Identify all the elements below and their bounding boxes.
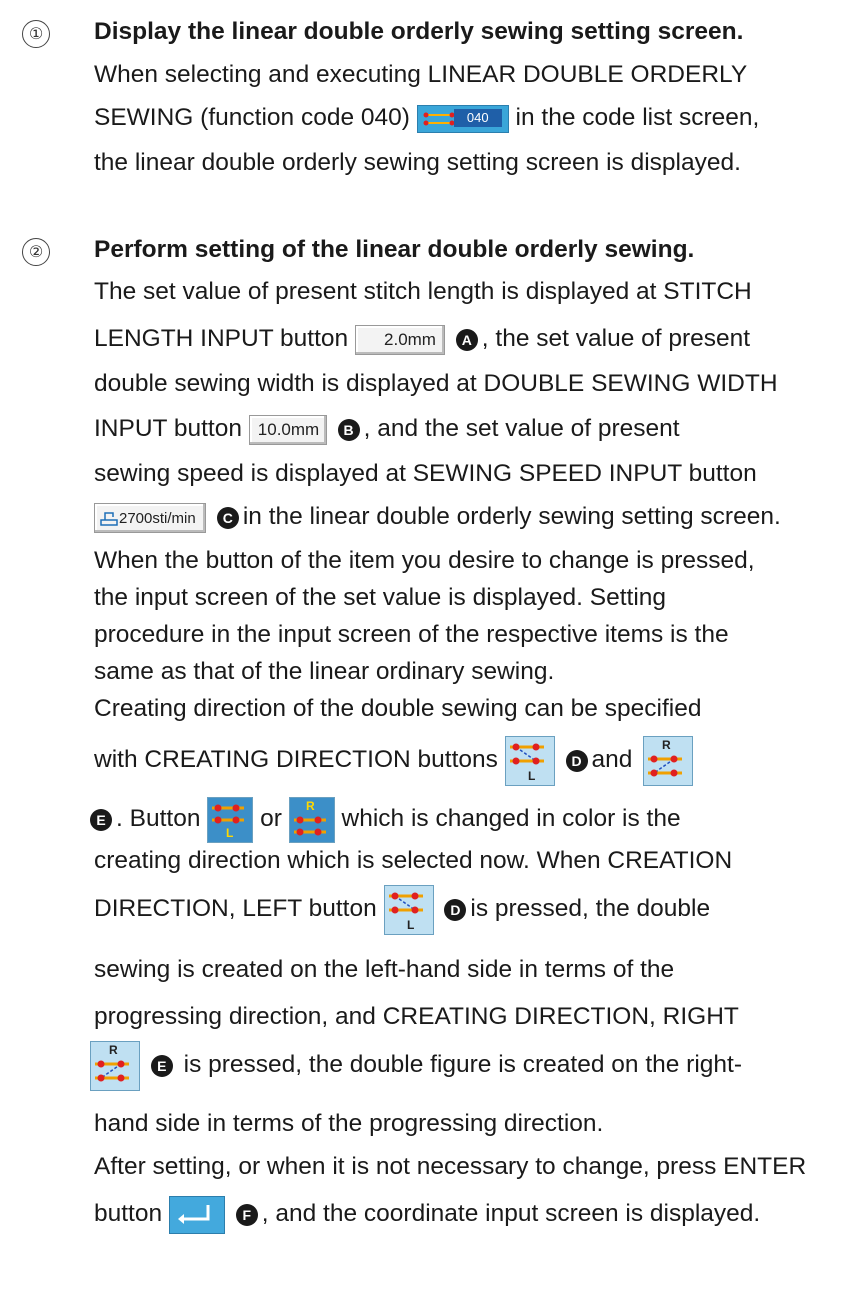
step1-line-2b: in the code list screen, <box>515 104 760 131</box>
label-f-badge: F <box>235 1203 258 1226</box>
right-label: R <box>662 738 671 752</box>
direction-left-icon: L <box>509 743 544 783</box>
step2-line-15: DIRECTION, LEFT button L Dis pressed, th… <box>94 882 710 936</box>
text: with CREATING DIRECTION buttons <box>94 746 498 773</box>
step2-line-8: the input screen of the set value is dis… <box>94 584 667 611</box>
label-d-badge: D <box>565 749 588 772</box>
step2-line-14: creating direction which is selected now… <box>94 847 733 874</box>
text: DIRECTION, LEFT button <box>94 895 377 922</box>
step-number-2: ② <box>22 238 50 266</box>
label-b-badge: B <box>337 418 360 441</box>
linear-double-orderly-code-button: 040 <box>416 104 509 133</box>
step2-line-1: The set value of present stitch length i… <box>94 278 752 305</box>
double-sewing-icon <box>423 112 455 126</box>
text: LENGTH INPUT button <box>94 325 349 352</box>
enter-arrow-icon <box>177 1204 210 1224</box>
creating-direction-left-button-2: L <box>383 884 434 935</box>
text: and <box>591 746 633 773</box>
label-c-badge: C <box>216 506 239 529</box>
left-label: L <box>407 918 414 932</box>
text: is pressed, the double figure is created… <box>183 1051 743 1078</box>
stitch-length-input-button: 2.0mm <box>354 324 445 355</box>
step2-line-11: Creating direction of the double sewing … <box>94 695 702 722</box>
label-a-badge: A <box>455 328 478 351</box>
step-number-1: ① <box>22 20 50 48</box>
label-e-badge: E <box>90 808 112 831</box>
text: , and the set value of present <box>363 415 680 442</box>
step2-line-19: hand side in terms of the progressing di… <box>94 1110 604 1137</box>
direction-left-icon: L <box>388 892 423 932</box>
direction-left-selected-icon: L <box>212 804 245 840</box>
step2-line-6: 2700sti/min Cin the linear double orderl… <box>94 502 781 533</box>
step2-line-12: with CREATING DIRECTION buttons L Dand R <box>94 733 694 787</box>
text: is pressed, the double <box>470 895 711 922</box>
step2-line-4: INPUT button 10.0mm B, and the set value… <box>94 414 680 445</box>
text: or <box>260 805 282 832</box>
creating-direction-right-button: R <box>643 735 694 786</box>
right-label: R <box>306 799 315 813</box>
text: , and the coordinate input screen is dis… <box>261 1200 761 1227</box>
label-d-badge-2: D <box>444 898 467 921</box>
text: INPUT button <box>94 415 242 442</box>
code-text: 040 <box>453 108 502 127</box>
enter-button <box>168 1195 225 1234</box>
creating-direction-left-button: L <box>504 735 555 786</box>
left-label: L <box>528 769 535 783</box>
step2-line-18: R E is pressed, the double figure is cre… <box>90 1038 742 1092</box>
right-selected-sample: R <box>288 796 335 843</box>
text: in the linear double orderly sewing sett… <box>242 503 781 530</box>
sewing-speed-input-button: 2700sti/min <box>94 502 206 533</box>
label-e-badge-2: E <box>150 1054 173 1077</box>
step2-line-2: LENGTH INPUT button 2.0mm A, the set val… <box>94 324 750 355</box>
step2-line-7: When the button of the item you desire t… <box>94 547 755 574</box>
step2-line-20: After setting, or when it is not necessa… <box>94 1153 807 1180</box>
direction-right-selected-icon: R <box>293 799 326 836</box>
double-sewing-width-input-button: 10.0mm <box>248 414 327 445</box>
left-selected-sample: L <box>207 796 254 843</box>
text: button <box>94 1200 163 1227</box>
step1-line-3: the linear double orderly sewing setting… <box>94 149 741 176</box>
step1-line-1: When selecting and executing LINEAR DOUB… <box>94 61 748 88</box>
text: , the set value of present <box>481 325 751 352</box>
direction-right-icon: R <box>648 738 683 777</box>
step2-heading: Perform setting of the linear double ord… <box>94 236 695 263</box>
text: 2700sti/min <box>119 509 196 527</box>
right-label: R <box>109 1043 118 1057</box>
text: which is changed in color is the <box>341 805 681 832</box>
step2-line-16: sewing is created on the left-hand side … <box>94 956 675 983</box>
step2-line-13: E. Button L or R which is changed in col… <box>86 794 681 844</box>
step2-line-17: progressing direction, and CREATING DIRE… <box>94 1003 739 1030</box>
step1-heading: Display the linear double orderly sewing… <box>94 18 744 45</box>
text: . Button <box>116 805 201 832</box>
step2-line-3: double sewing width is displayed at DOUB… <box>94 370 778 397</box>
step2-line-5: sewing speed is displayed at SEWING SPEE… <box>94 460 757 487</box>
direction-right-icon: R <box>95 1043 129 1082</box>
step2-line-9: procedure in the input screen of the res… <box>94 621 729 648</box>
left-label: L <box>226 826 233 840</box>
sewing-machine-icon <box>100 512 118 526</box>
creating-direction-right-button-2: R <box>90 1040 140 1091</box>
step2-line-21: button F, and the coordinate input scree… <box>94 1190 760 1238</box>
step1-line-2: SEWING (function code 040) 040 in the co… <box>94 103 759 133</box>
step2-line-10: same as that of the linear ordinary sewi… <box>94 658 555 685</box>
step1-line-2a: SEWING (function code 040) <box>94 104 410 131</box>
